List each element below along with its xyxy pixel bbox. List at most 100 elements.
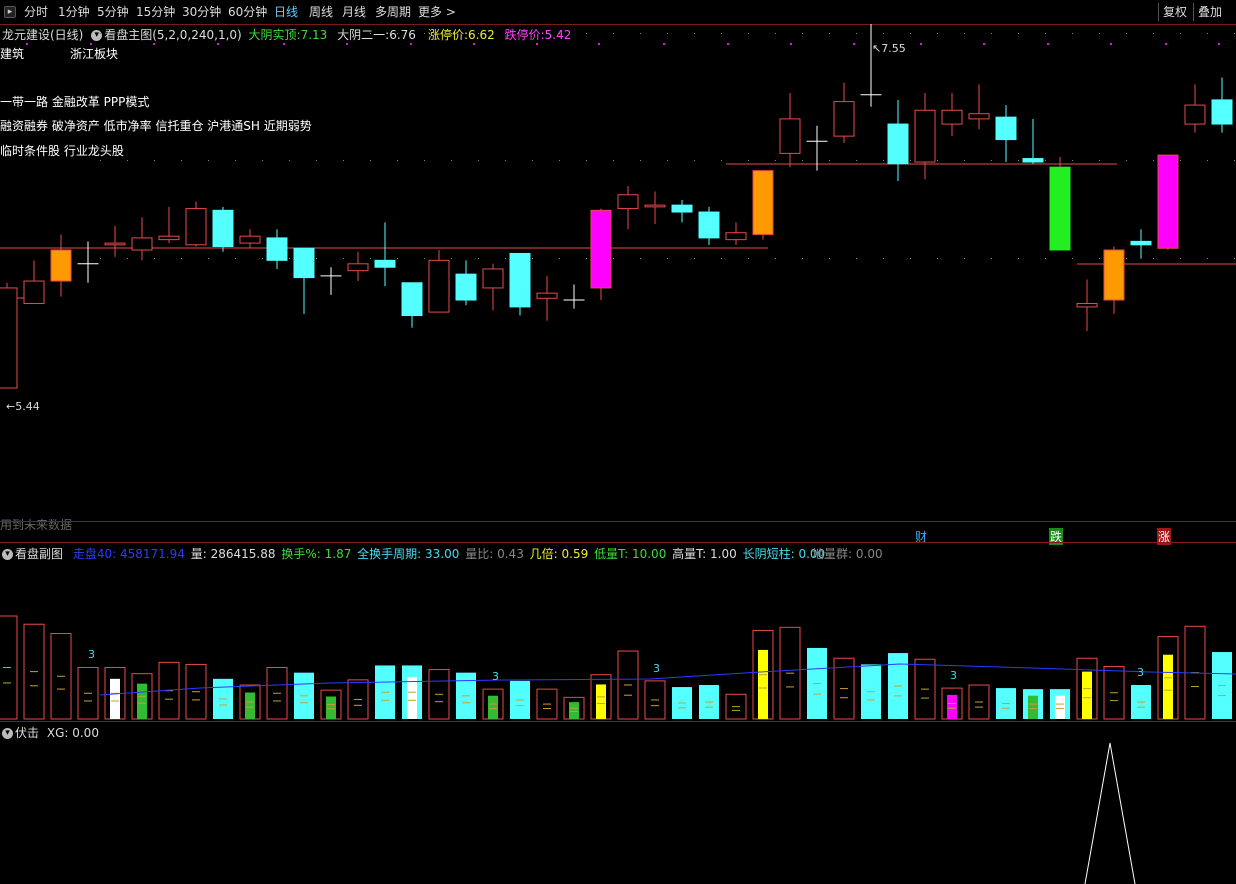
chevron-down-icon[interactable]: ▾ [2, 549, 13, 560]
tab-5min[interactable]: 5分钟 [97, 4, 129, 20]
tab-monthly[interactable]: 月线 [342, 4, 366, 20]
candle [914, 93, 936, 180]
candle [1103, 246, 1125, 314]
limit-dot [1047, 43, 1049, 45]
pane-separator-3[interactable] [0, 721, 1236, 722]
tab-1min[interactable]: 1分钟 [58, 4, 90, 20]
candle [212, 206, 234, 252]
pane-separator-1[interactable] [0, 521, 1236, 522]
candle [509, 252, 531, 316]
candle [725, 222, 747, 245]
volume-bar [456, 672, 476, 719]
tab-multi-period[interactable]: 多周期 [375, 4, 411, 20]
volume-bar [590, 674, 612, 720]
candle-body [1211, 99, 1233, 125]
candle [428, 249, 450, 313]
limit-dot [217, 43, 219, 45]
tab-fenshi[interactable]: 分时 [24, 4, 48, 20]
candle [887, 99, 909, 181]
volume-bar [294, 672, 314, 719]
tab-60min[interactable]: 60分钟 [228, 4, 267, 20]
candlestick-chart[interactable]: ↖7.55 ←5.44 [0, 22, 1236, 522]
candle-body [1049, 166, 1071, 251]
volume-chart[interactable]: 3 3 3 3 3 [0, 562, 1236, 722]
candle [968, 84, 990, 130]
volume-bar [510, 680, 530, 719]
volume-bar [0, 615, 18, 720]
candle-body [482, 268, 504, 289]
candle [266, 229, 288, 269]
tab-30min[interactable]: 30分钟 [182, 4, 221, 20]
tab-15min[interactable]: 15分钟 [136, 4, 175, 20]
sub-item-1: 量: 286415.88 [190, 547, 276, 561]
candle-body [131, 237, 153, 251]
candle-body [50, 249, 72, 282]
volume-bar [672, 687, 692, 719]
candle-body [833, 101, 855, 137]
tab-more[interactable]: 更多 > [418, 4, 456, 20]
tab-weekly[interactable]: 周线 [309, 4, 333, 20]
candle [698, 206, 720, 245]
volume-bar [1157, 636, 1179, 720]
candle [1022, 118, 1044, 164]
candle [239, 229, 261, 249]
candle-body [239, 235, 261, 244]
candle [1076, 279, 1098, 332]
volume-bar [428, 669, 450, 720]
sub-indicator-name[interactable]: 看盘副图 [15, 547, 63, 561]
tab-daily[interactable]: 日线 [274, 4, 298, 20]
candle [671, 199, 693, 223]
limit-dot [346, 43, 348, 45]
candle [374, 222, 396, 287]
volume-bar [968, 684, 990, 720]
pane-separator-2[interactable] [0, 542, 1236, 543]
indicator-chart[interactable] [0, 724, 1236, 884]
candle-body [590, 209, 612, 289]
count-marker: 3 [88, 648, 95, 661]
candle-body [779, 118, 801, 154]
candle [347, 251, 369, 282]
sub-item-4: 量比: 0.43 [465, 547, 524, 561]
candle [995, 105, 1017, 163]
volume-inner [488, 695, 498, 719]
candle [50, 234, 72, 297]
candle [752, 170, 774, 240]
limit-dot [920, 43, 922, 45]
candle [158, 206, 180, 244]
volume-bar [402, 665, 422, 719]
candle [131, 217, 153, 261]
volume-bar [1023, 689, 1043, 719]
candle-body [374, 259, 396, 268]
sub-item-2: 换手%: 1.87 [281, 547, 352, 561]
candle [23, 260, 45, 304]
candle [833, 82, 855, 144]
volume-bar [563, 696, 585, 720]
volume-bar [644, 680, 666, 720]
volume-bar [347, 679, 369, 720]
candle [644, 191, 666, 225]
candle [1157, 154, 1179, 250]
volume-bar [914, 658, 936, 720]
menu-chevron-icon[interactable]: ▸ [4, 6, 16, 18]
volume-bar [941, 687, 963, 720]
future-data-warning: 用到未来数据 [0, 518, 73, 532]
limit-dot [598, 43, 600, 45]
xg-signal-line [1084, 742, 1136, 884]
candle-body [158, 235, 180, 241]
volume-bar [725, 693, 747, 720]
candle-body [1157, 154, 1179, 249]
candle-body [1103, 249, 1125, 301]
volume-inner [758, 649, 768, 719]
volume-bar [536, 688, 558, 720]
candle-body [266, 237, 288, 261]
candle [1211, 77, 1233, 133]
candle-body [1022, 158, 1044, 163]
volume-bar [131, 673, 153, 720]
sub-item-0: 走盘40: 458171.94 [72, 547, 185, 561]
candle [1049, 156, 1071, 251]
overlay-button[interactable]: 叠加 [1193, 3, 1224, 21]
restore-rights-button[interactable]: 复权 [1158, 3, 1189, 21]
limit-dot [1110, 43, 1112, 45]
candle [536, 275, 558, 321]
candle-body [914, 109, 936, 163]
